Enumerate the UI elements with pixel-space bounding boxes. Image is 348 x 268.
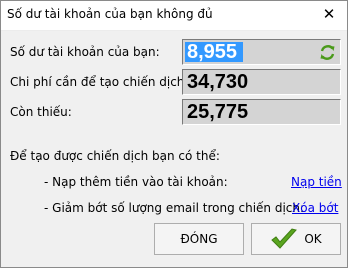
balance-value: 8,955 [187,41,238,63]
close-button-label: ĐÓNG [180,232,218,246]
balance-label: Số dư tài khoản của bạn: [10,45,160,59]
reduce-text: - Giảm bớt số lượng email trong chiến dị… [44,201,305,215]
dialog-window: Số dư tài khoản của bạn không đủ ✕ Số dư… [0,0,348,268]
options-heading: Để tạo được chiến dịch bạn có thể: [10,149,220,163]
window-title: Số dư tài khoản của bạn không đủ [7,7,213,21]
shortfall-value: 25,775 [187,101,249,123]
reduce-link[interactable]: Xóa bớt [292,201,338,215]
ok-button[interactable]: OK [251,223,341,255]
shortfall-label: Còn thiếu: [10,105,72,119]
title-bar: Số dư tài khoản của bạn không đủ ✕ [1,1,347,31]
topup-text: - Nạp thêm tiền vào tài khoản: [44,175,228,189]
check-icon [271,228,298,249]
cost-field: 34,730 [182,69,341,95]
refresh-icon[interactable] [319,44,336,61]
shortfall-field: 25,775 [182,99,341,125]
close-button[interactable]: ĐÓNG [154,223,244,255]
ok-button-label: OK [304,232,322,246]
close-icon[interactable]: ✕ [321,6,337,22]
topup-link[interactable]: Nạp tiền [291,175,342,189]
cost-value: 34,730 [187,71,249,93]
cost-label: Chi phí cần để tạo chiến dịch: [10,75,189,89]
balance-field[interactable]: 8,955 [182,39,341,65]
